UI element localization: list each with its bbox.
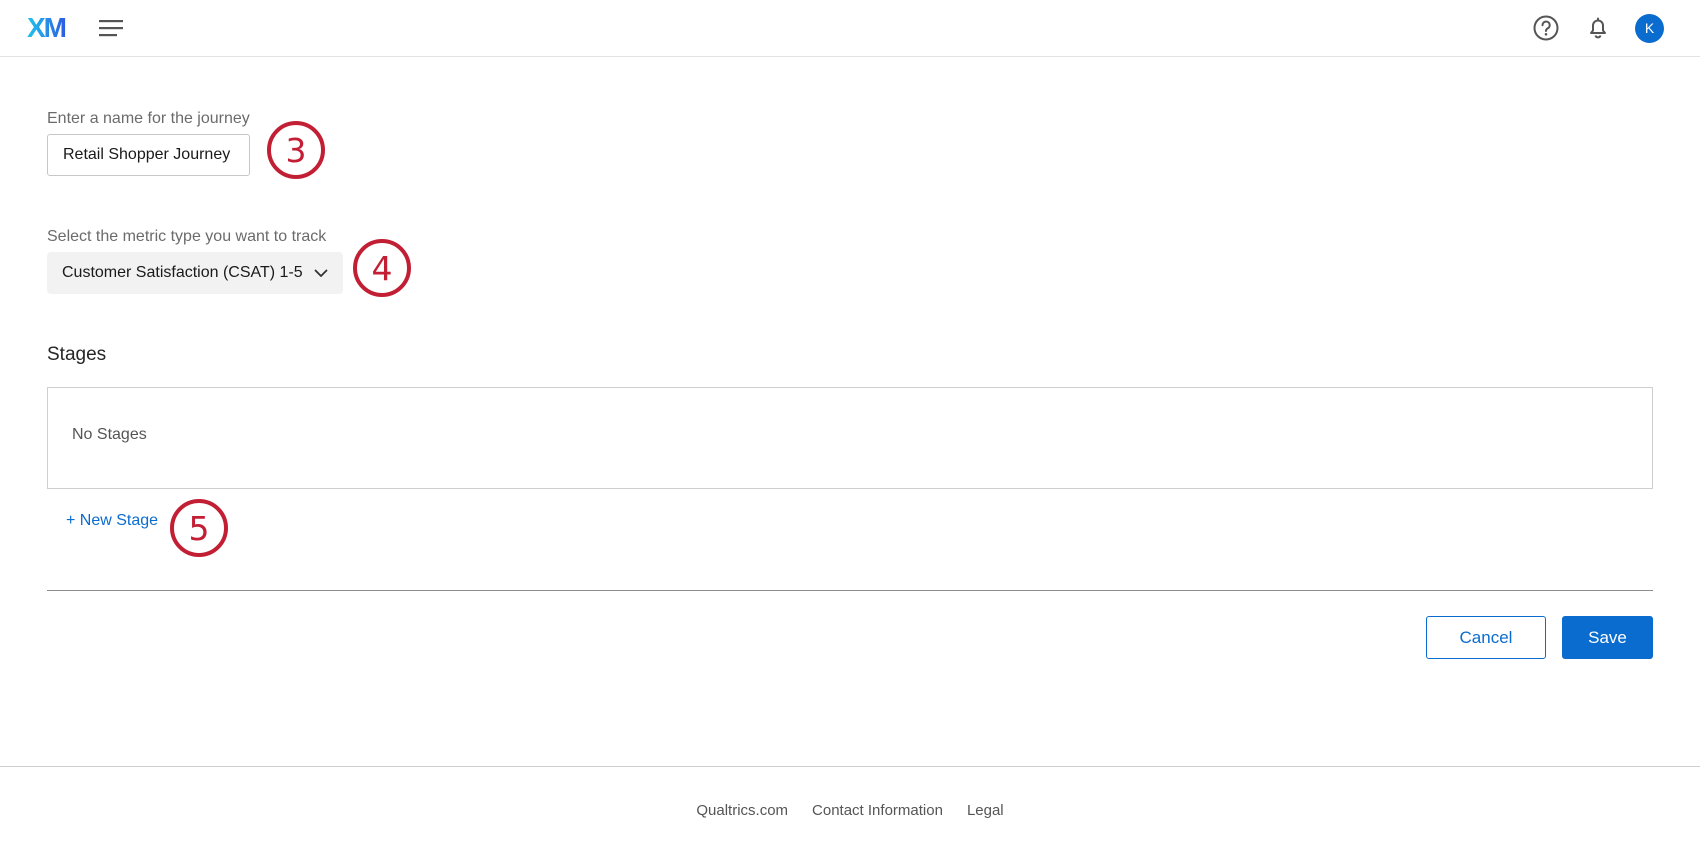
metric-type-label: Select the metric type you want to track — [47, 228, 327, 245]
stages-empty-text: No Stages — [72, 426, 147, 443]
footer-link-contact[interactable]: Contact Information — [812, 802, 943, 819]
callout-4: 4 — [353, 239, 411, 297]
stages-list: No Stages — [47, 387, 1653, 489]
journey-name-label: Enter a name for the journey — [47, 110, 250, 127]
help-circle-icon[interactable] — [1532, 14, 1560, 42]
stages-title: Stages — [47, 344, 107, 365]
user-avatar[interactable]: K — [1635, 14, 1664, 43]
chevron-down-icon — [314, 269, 328, 277]
bell-icon[interactable] — [1584, 14, 1612, 42]
divider — [47, 590, 1653, 591]
callout-3: 3 — [267, 121, 325, 179]
metric-type-value: Customer Satisfaction (CSAT) 1-5 — [62, 264, 303, 281]
journey-name-input[interactable] — [47, 134, 250, 176]
cancel-button[interactable]: Cancel — [1426, 616, 1546, 659]
metric-type-select[interactable]: Customer Satisfaction (CSAT) 1-5 — [47, 252, 343, 294]
footer-link-qualtrics[interactable]: Qualtrics.com — [696, 802, 788, 819]
hamburger-icon[interactable] — [98, 17, 124, 39]
new-stage-button[interactable]: + New Stage — [66, 512, 158, 530]
logo-text: XM — [27, 13, 66, 41]
footer-link-legal[interactable]: Legal — [967, 802, 1004, 819]
callout-5: 5 — [170, 499, 228, 557]
footer-divider — [0, 766, 1700, 767]
save-button[interactable]: Save — [1562, 616, 1653, 659]
top-bar: XM K — [0, 0, 1700, 57]
xm-logo[interactable]: XM — [27, 13, 73, 41]
footer: Qualtrics.com Contact Information Legal — [0, 802, 1700, 819]
